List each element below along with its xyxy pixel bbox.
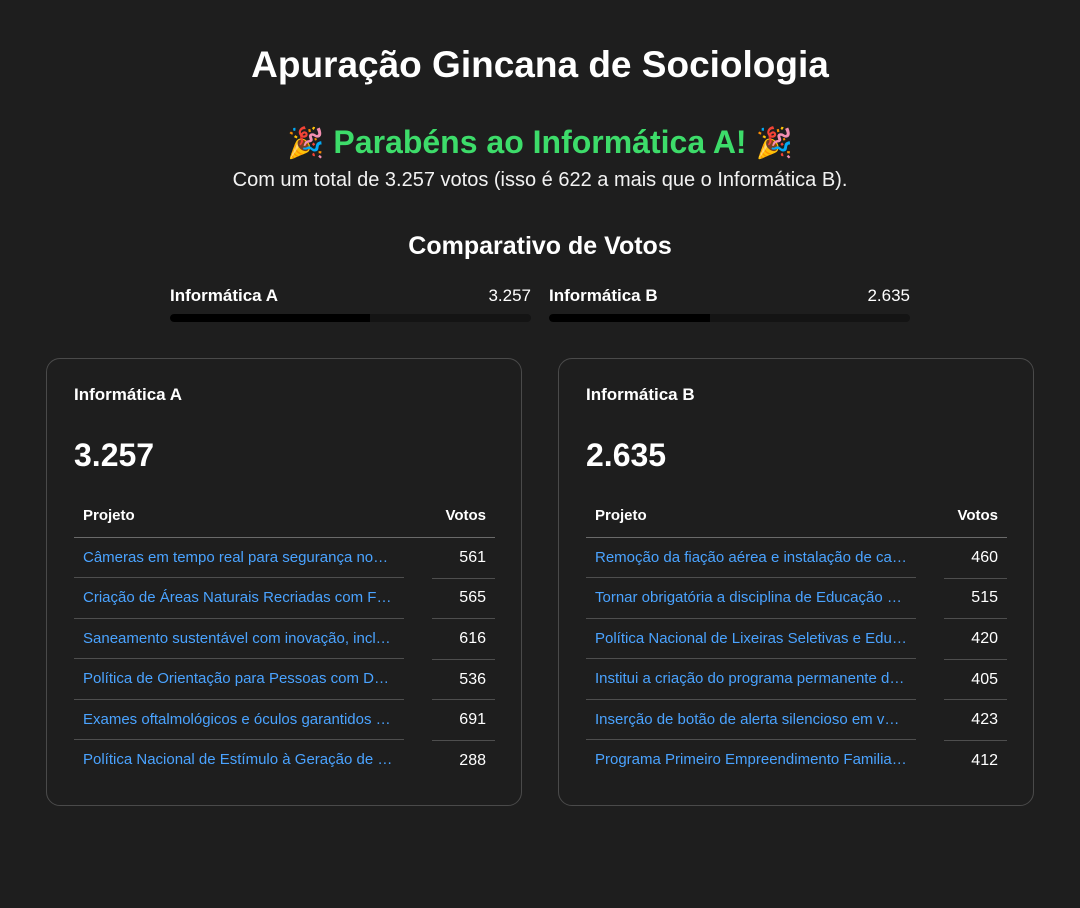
congrats-banner: 🎉 Parabéns ao Informática A! 🎉: [0, 124, 1080, 161]
bar-team-name: Informática A: [170, 286, 279, 305]
vote-count: 412: [971, 752, 998, 770]
vote-count: 460: [943, 537, 1007, 579]
project-link[interactable]: Programa Primeiro Empreendimento Familia…: [586, 740, 916, 781]
progress-fill: [170, 314, 370, 322]
progress-track: [549, 314, 910, 322]
project-link[interactable]: Política de Orientação para Pessoas com …: [74, 659, 404, 700]
project-link[interactable]: Remoção da fiação aérea e instalação de …: [586, 538, 916, 579]
bar-team-votes: 2.635: [867, 286, 910, 305]
results-page: Apuração Gincana de Sociologia 🎉 Parabén…: [0, 0, 1080, 908]
bar-team-name: Informática B: [549, 286, 658, 305]
vote-count: 691: [431, 699, 495, 741]
table-row: Política Nacional de Lixeiras Seletivas …: [586, 618, 1007, 660]
column-header-votes: Votos: [431, 495, 495, 538]
project-link[interactable]: Política Nacional de Lixeiras Seletivas …: [586, 619, 916, 660]
vote-comparison-bars: Informática A 3.257 Informática B 2.635: [170, 284, 910, 324]
table-row: Institui a criação do programa permanent…: [586, 659, 1007, 701]
bar-team-votes: 3.257: [488, 286, 531, 305]
table-row: Saneamento sustentável com inovação, inc…: [74, 618, 495, 660]
vote-count: 561: [431, 537, 495, 579]
comparison-bar-team-b: Informática B 2.635: [549, 284, 910, 324]
team-card-informatica-a: Informática A 3.257 Projeto Votos Câmera…: [46, 358, 522, 806]
table-row: Criação de Áreas Naturais Recriadas com …: [74, 578, 495, 620]
table-row: Política de Orientação para Pessoas com …: [74, 659, 495, 701]
card-team-name: Informática B: [586, 385, 695, 404]
comparison-title: Comparativo de Votos: [408, 232, 672, 260]
vote-count: 616: [431, 618, 495, 660]
party-popper-icon: 🎉: [287, 127, 325, 160]
project-link[interactable]: Criação de Áreas Naturais Recriadas com …: [74, 578, 404, 619]
vote-count: 423: [943, 699, 1007, 741]
comparison-bar-team-a: Informática A 3.257: [170, 284, 531, 324]
table-row: Inserção de botão de alerta silencioso e…: [586, 699, 1007, 741]
card-total-votes: 2.635: [586, 437, 667, 473]
vote-count: 515: [943, 578, 1007, 620]
projects-table: Projeto Votos Câmeras em tempo real para…: [74, 495, 495, 781]
table-row: Tornar obrigatória a disciplina de Educa…: [586, 578, 1007, 620]
column-header-project: Projeto: [74, 495, 432, 538]
table-header-row: Projeto Votos: [586, 495, 1007, 538]
project-link[interactable]: Inserção de botão de alerta silencioso e…: [586, 700, 916, 741]
team-card-informatica-b: Informática B 2.635 Projeto Votos Remoçã…: [558, 358, 1034, 806]
page-title: Apuração Gincana de Sociologia: [251, 44, 829, 85]
project-link[interactable]: Tornar obrigatória a disciplina de Educa…: [586, 578, 916, 619]
column-header-votes: Votos: [943, 495, 1007, 538]
congrats-text: Parabéns ao Informática A!: [333, 124, 747, 160]
progress-fill: [549, 314, 711, 322]
vote-count: 565: [431, 578, 495, 620]
vote-summary: Com um total de 3.257 votos (isso é 622 …: [232, 169, 848, 191]
progress-track: [170, 314, 531, 322]
project-link[interactable]: Institui a criação do programa permanent…: [586, 659, 916, 700]
vote-count: 536: [431, 659, 495, 701]
card-total-votes: 3.257: [74, 437, 155, 473]
party-popper-icon: 🎉: [755, 127, 793, 160]
card-team-name: Informática A: [74, 385, 183, 404]
table-row: Exames oftalmológicos e óculos garantido…: [74, 699, 495, 741]
projects-table: Projeto Votos Remoção da fiação aérea e …: [586, 495, 1007, 781]
project-link[interactable]: Política Nacional de Estímulo à Geração …: [74, 740, 404, 781]
project-link[interactable]: Saneamento sustentável com inovação, inc…: [74, 619, 404, 660]
table-header-row: Projeto Votos: [74, 495, 495, 538]
table-row: Câmeras em tempo real para segurança nos…: [74, 537, 495, 579]
vote-count: 405: [943, 659, 1007, 701]
vote-count: 288: [459, 752, 486, 770]
vote-count: 420: [943, 618, 1007, 660]
table-row: Política Nacional de Estímulo à Geração …: [74, 740, 495, 781]
column-header-project: Projeto: [586, 495, 944, 538]
table-row: Remoção da fiação aérea e instalação de …: [586, 537, 1007, 579]
project-link[interactable]: Exames oftalmológicos e óculos garantido…: [74, 700, 404, 741]
project-link[interactable]: Câmeras em tempo real para segurança nos…: [74, 538, 404, 579]
table-row: Programa Primeiro Empreendimento Familia…: [586, 740, 1007, 781]
